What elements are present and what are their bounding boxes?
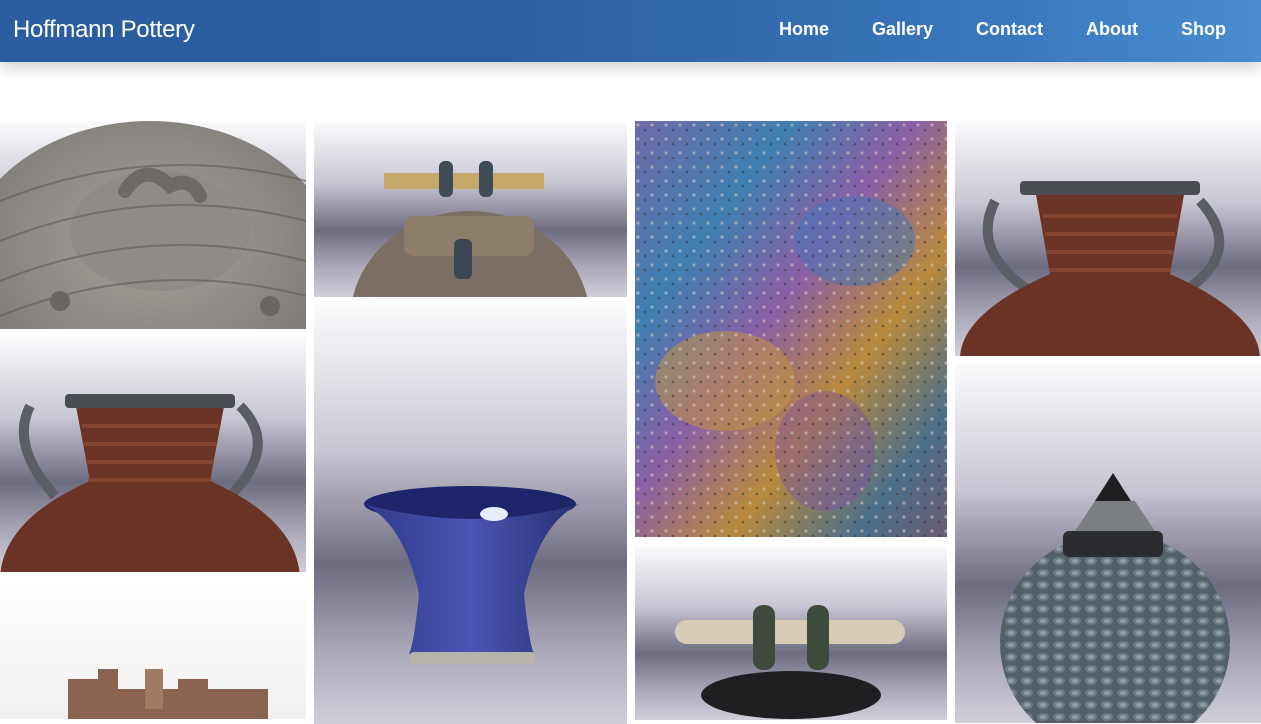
gallery-item-grey-lid[interactable] bbox=[0, 121, 306, 329]
gallery-item-textured-jar[interactable] bbox=[955, 363, 1261, 723]
nav-contact-link[interactable]: Contact bbox=[976, 19, 1043, 40]
nav-home-link[interactable]: Home bbox=[779, 19, 829, 40]
wooden-stand-image bbox=[68, 669, 268, 719]
nav-shop-link[interactable]: Shop bbox=[1181, 19, 1226, 40]
nav-gallery-link[interactable]: Gallery bbox=[872, 19, 933, 40]
site-header: Hoffmann Pottery Home Gallery Contact Ab… bbox=[0, 0, 1261, 62]
gallery-item-wooden-stand[interactable] bbox=[0, 579, 306, 719]
gallery-item-iridescent-surface[interactable] bbox=[635, 121, 947, 537]
gallery-item-raku-jar-top[interactable] bbox=[314, 121, 627, 297]
gallery-item-blue-bowl[interactable] bbox=[314, 304, 627, 724]
raku-jar-image bbox=[352, 161, 588, 297]
amphora-image bbox=[0, 394, 300, 572]
iridescent-surface-image bbox=[635, 121, 947, 537]
gallery-item-black-jar[interactable] bbox=[635, 545, 947, 720]
textured-jar-image bbox=[1000, 473, 1230, 723]
black-jar-image bbox=[675, 605, 905, 719]
gallery-item-amphora-right[interactable] bbox=[955, 121, 1261, 356]
gallery-item-amphora-left[interactable] bbox=[0, 336, 306, 572]
amphora-image bbox=[960, 181, 1260, 356]
blue-bowl-image bbox=[364, 486, 579, 664]
site-brand[interactable]: Hoffmann Pottery bbox=[13, 16, 195, 44]
grey-lid-image bbox=[0, 121, 306, 329]
nav-about-link[interactable]: About bbox=[1086, 19, 1138, 40]
